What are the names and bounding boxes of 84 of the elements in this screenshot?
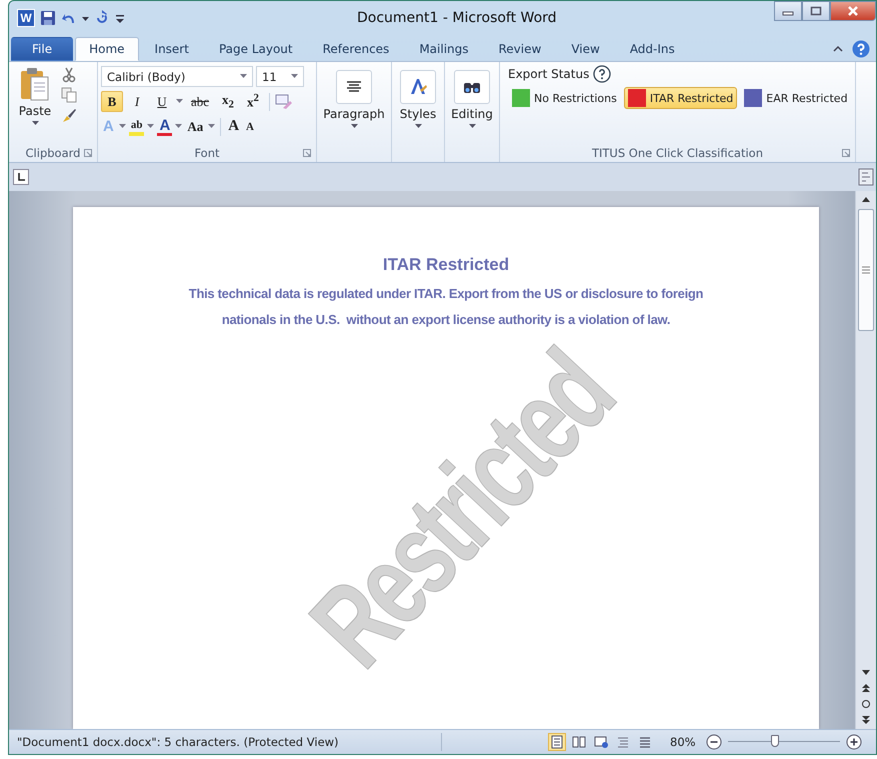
- help-icon[interactable]: [852, 40, 870, 58]
- maximize-icon: [810, 6, 822, 16]
- paragraph-button[interactable]: Paragraph: [320, 65, 388, 162]
- underline-button[interactable]: U: [151, 91, 173, 112]
- dropdown-caret-icon[interactable]: [208, 124, 216, 129]
- dropdown-caret-icon[interactable]: [118, 124, 126, 129]
- styles-icon: [408, 77, 428, 97]
- export-status-label: Export Status: [508, 67, 590, 81]
- classification-option[interactable]: ITAR Restricted: [624, 87, 738, 109]
- notice-text: nationals in the U.S. without an export license authority is a violation of law.: [222, 311, 670, 329]
- previous-page-icon[interactable]: [861, 683, 871, 693]
- ribbon-tab[interactable]: Review: [484, 37, 556, 61]
- maximize-button[interactable]: [802, 1, 830, 21]
- scroll-thumb[interactable]: [858, 209, 874, 331]
- group-label: Font: [194, 146, 220, 160]
- save-icon[interactable]: [40, 10, 56, 26]
- ribbon-tab[interactable]: Page Layout: [204, 37, 307, 61]
- clear-formatting-icon[interactable]: [275, 94, 293, 110]
- highlight-button[interactable]: ab: [128, 118, 144, 136]
- next-page-icon[interactable]: [861, 715, 871, 725]
- zoom-out-icon[interactable]: [706, 734, 722, 750]
- zoom-level[interactable]: 80%: [670, 735, 696, 749]
- ribbon-tab[interactable]: Mailings: [405, 37, 482, 61]
- print-layout-icon[interactable]: [548, 733, 566, 751]
- view-ruler-icon[interactable]: [858, 168, 874, 186]
- strikethrough-button[interactable]: abc: [186, 91, 214, 112]
- grip-icon: [862, 266, 870, 274]
- brush-icon[interactable]: [61, 107, 77, 123]
- dropdown-caret-icon: [414, 124, 422, 129]
- font-size-field[interactable]: 11: [256, 66, 304, 87]
- vertical-scrollbar[interactable]: [855, 191, 876, 729]
- slider-thumb[interactable]: [770, 735, 779, 747]
- editing-button[interactable]: Editing: [448, 65, 496, 162]
- dropdown-caret-icon[interactable]: [175, 124, 182, 129]
- dropdown-caret-icon: [291, 74, 298, 79]
- font-color-button[interactable]: A: [157, 117, 172, 136]
- clipboard-icon: [20, 67, 50, 101]
- grow-font-button[interactable]: A: [226, 116, 242, 137]
- ribbon-tab[interactable]: View: [557, 37, 614, 61]
- file-tab[interactable]: File: [11, 37, 74, 61]
- dropdown-caret-icon: [468, 124, 476, 129]
- dropdown-caret-icon: [240, 74, 247, 79]
- ribbon-tab[interactable]: References: [308, 37, 404, 61]
- notice-text: This technical data is regulated under ITAR. Export from the US or disclosure to foreign: [188, 285, 704, 303]
- ribbon-tab[interactable]: Insert: [140, 37, 203, 61]
- dialog-launcher-icon[interactable]: [84, 149, 92, 157]
- dropdown-caret-icon[interactable]: [176, 99, 183, 104]
- document-heading: ITAR Restricted: [382, 255, 510, 275]
- script-button[interactable]: x$^{2}$: [242, 91, 264, 112]
- italic-button[interactable]: I: [126, 91, 148, 112]
- close-icon: [847, 6, 859, 16]
- bold-button[interactable]: B: [101, 91, 123, 112]
- dialog-launcher-icon[interactable]: [303, 149, 311, 157]
- group-label: TITUS One Click Classification: [592, 146, 764, 160]
- script-button[interactable]: x$_{2}$: [217, 91, 239, 112]
- zoom-in-icon[interactable]: [846, 734, 862, 750]
- tab-stop-icon: [16, 172, 26, 182]
- font-name-field[interactable]: Calibri (Body): [101, 66, 253, 87]
- ribbon-tab[interactable]: Home: [75, 37, 139, 61]
- group-label: Clipboard: [26, 146, 80, 160]
- browse-object-icon[interactable]: [861, 699, 871, 709]
- scissors-icon[interactable]: [61, 67, 77, 83]
- minimize-button[interactable]: [774, 1, 802, 21]
- redo-icon[interactable]: [94, 10, 110, 26]
- app-logo-icon: W: [17, 9, 35, 27]
- dropdown-caret-icon: [350, 124, 358, 129]
- dropdown-caret-icon[interactable]: [147, 124, 154, 129]
- ribbon-tab[interactable]: Add-Ins: [616, 37, 689, 61]
- scroll-up-icon[interactable]: [861, 195, 871, 203]
- classification-option[interactable]: EAR Restricted: [740, 87, 852, 109]
- tab-selector-icon[interactable]: [13, 169, 29, 185]
- dialog-launcher-icon[interactable]: [842, 149, 850, 157]
- paste-button[interactable]: Paste: [12, 65, 58, 144]
- scroll-down-icon[interactable]: [861, 669, 871, 677]
- shrink-font-button[interactable]: A: [244, 116, 256, 137]
- close-button[interactable]: [830, 1, 876, 21]
- status-text: "Document1 docx.docx": 5 characters. (Protected View): [17, 735, 340, 749]
- change-case-button[interactable]: Aa: [185, 116, 206, 137]
- window-title: Document1 - Microsoft Word: [356, 10, 558, 26]
- dropdown-caret-icon: [32, 121, 38, 126]
- classification-option[interactable]: No Restrictions: [508, 87, 621, 109]
- copy-icon[interactable]: [61, 87, 77, 103]
- help-icon[interactable]: [593, 65, 612, 83]
- styles-button[interactable]: Styles: [395, 65, 441, 162]
